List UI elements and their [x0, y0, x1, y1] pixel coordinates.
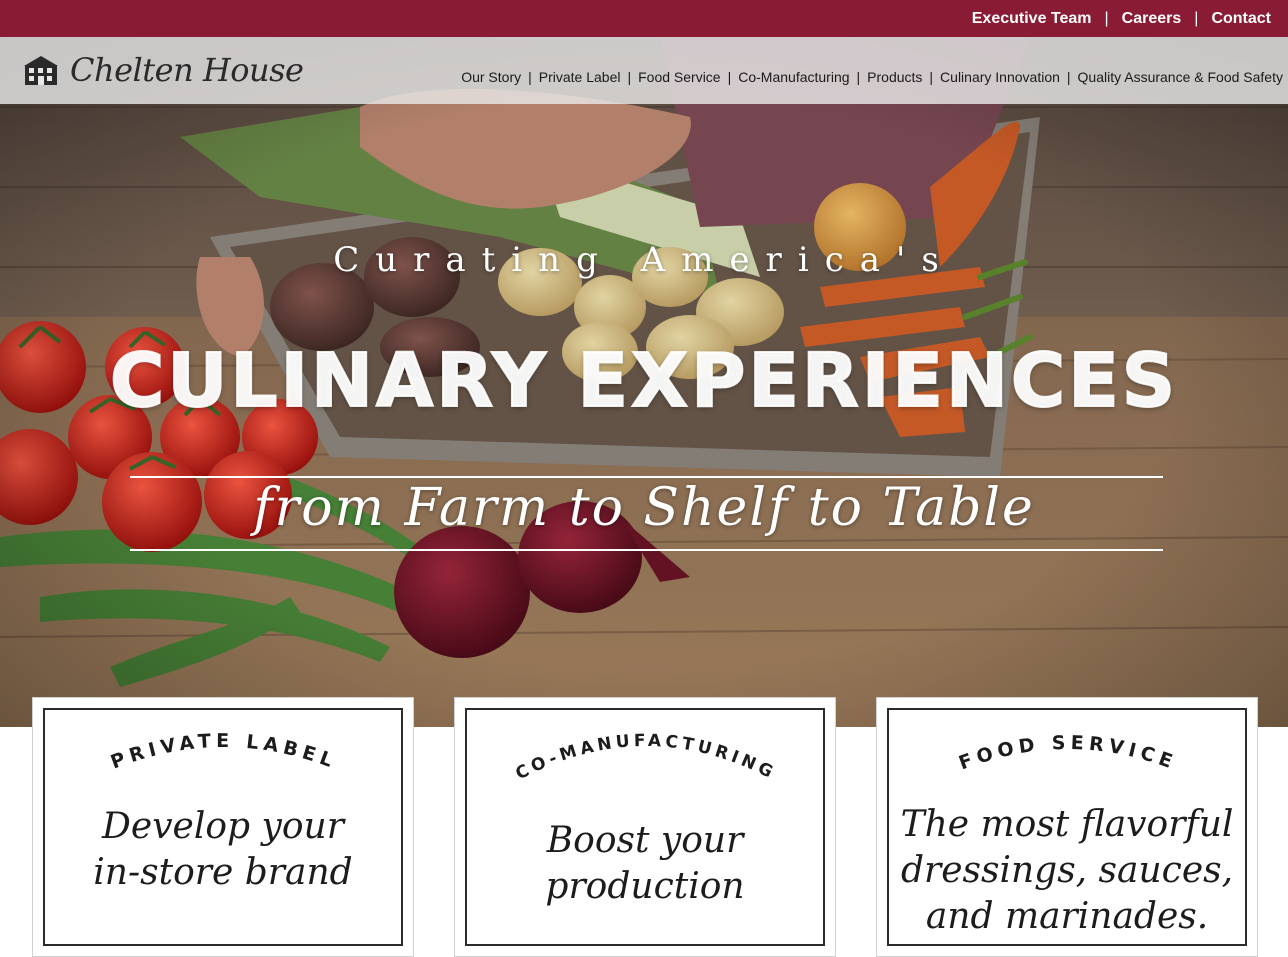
svg-text:CO-MANUFACTURING: CO-MANUFACTURING	[513, 731, 780, 784]
brand-name: Chelten House	[70, 51, 304, 89]
card-body: Boost your production	[455, 818, 835, 910]
top-utility-bar: Executive Team | Careers | Contact	[0, 0, 1288, 37]
card-title-arc: CO-MANUFACTURING	[513, 731, 780, 784]
nav-products[interactable]: Products	[867, 69, 922, 85]
separator: |	[727, 69, 732, 85]
card-title-arc: FOOD SERVICE	[956, 732, 1180, 775]
card-body-line: Boost your	[546, 820, 744, 861]
card-body-line: dressings, sauces,	[900, 850, 1234, 891]
card-title: PRIVATE LABEL	[108, 730, 335, 774]
card-food-service[interactable]: FOOD SERVICE The most flavorful dressing…	[876, 697, 1258, 957]
nav-private-label[interactable]: Private Label	[539, 69, 621, 85]
card-body-line: and marinades.	[925, 896, 1209, 937]
card-body-line: The most flavorful	[900, 804, 1234, 845]
card-title-arc: PRIVATE LABEL	[108, 730, 340, 774]
separator: |	[929, 69, 934, 85]
svg-text:FOOD SERVICE: FOOD SERVICE	[956, 732, 1180, 775]
hero-banner	[0, 37, 1288, 727]
nav-quality-assurance[interactable]: Quality Assurance & Food Safety	[1078, 69, 1283, 85]
separator: |	[1194, 9, 1199, 27]
separator: |	[1104, 9, 1109, 27]
card-body-line: in-store brand	[93, 852, 353, 893]
card-co-manufacturing[interactable]: CO-MANUFACTURING Boost your production	[454, 697, 836, 957]
card-body-line: production	[545, 866, 745, 907]
separator: |	[856, 69, 861, 85]
card-private-label[interactable]: PRIVATE LABEL Develop your in-store bran…	[32, 697, 414, 957]
nav-careers[interactable]: Careers	[1122, 10, 1182, 28]
card-body-line: Develop your	[102, 806, 344, 847]
separator: |	[528, 69, 532, 85]
card-title: FOOD SERVICE	[956, 732, 1175, 775]
nav-food-service[interactable]: Food Service	[638, 69, 720, 85]
nav-contact[interactable]: Contact	[1211, 10, 1271, 28]
separator: |	[627, 69, 632, 85]
nav-co-manufacturing[interactable]: Co-Manufacturing	[738, 69, 849, 85]
card-title: CO-MANUFACTURING	[513, 731, 776, 784]
house-icon	[24, 56, 58, 85]
hero-background-image	[0, 37, 1288, 727]
nav-our-story[interactable]: Our Story	[461, 69, 521, 85]
utility-nav: Executive Team | Careers | Contact	[972, 0, 1271, 37]
card-body: Develop your in-store brand	[33, 804, 413, 896]
separator: |	[1066, 69, 1071, 85]
svg-text:PRIVATE LABEL: PRIVATE LABEL	[108, 730, 340, 774]
nav-culinary-innovation[interactable]: Culinary Innovation	[940, 69, 1060, 85]
nav-executive-team[interactable]: Executive Team	[972, 10, 1092, 28]
brand-logo[interactable]: Chelten House	[22, 47, 304, 93]
card-body: The most flavorful dressings, sauces, an…	[877, 802, 1257, 940]
primary-nav: Our Story | Private Label | Food Service…	[461, 65, 1283, 89]
